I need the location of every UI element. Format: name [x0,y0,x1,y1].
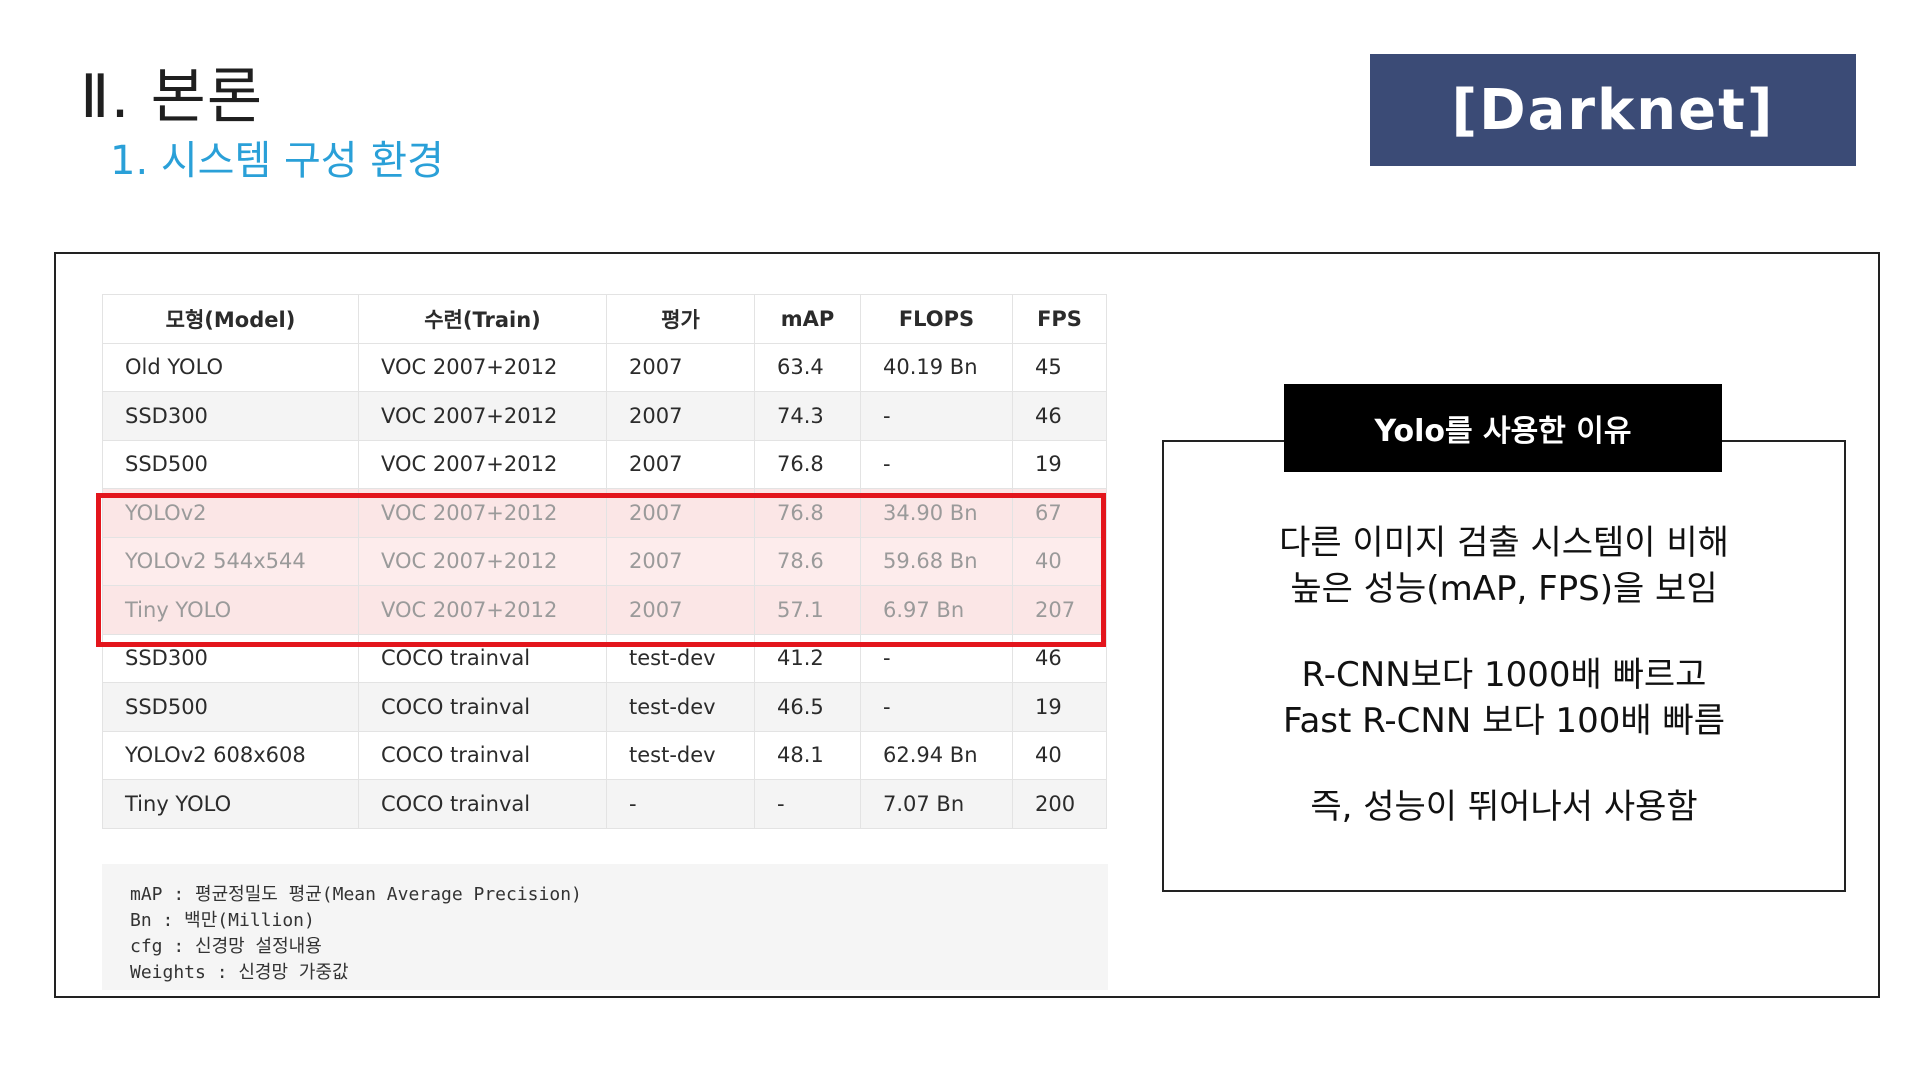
table-row: YOLOv2 608x608 COCO trainval test-dev 48.1 6… [102,730,1107,780]
cell-train: COCO trainval [358,682,607,732]
cell-model: Old YOLO [102,342,359,392]
cell-train: VOC 2007+2012 [358,439,607,489]
cell-eval: test-dev [606,682,755,732]
cell-model: SSD500 [102,682,359,732]
highlight-box [96,493,1106,647]
table-header-row: 모형(Model) 수련(Train) 평가 mAP FLOPS FPS [102,294,1107,344]
table-row: SSD300 VOC 2007+2012 2007 74.3-46 [102,391,1107,441]
cell-map: 63.4 [754,342,861,392]
column-header-map: mAP [754,294,861,344]
cell-map: 76.8 [754,439,861,489]
note-line: Weights : 신경망 가중값 [130,962,349,983]
cell-eval: 2007 [606,342,755,392]
cell-train: COCO trainval [358,779,607,829]
cell-fps: 45 [1012,342,1107,392]
cell-flops: - [860,391,1013,441]
cell-fps: 200 [1012,779,1107,829]
cell-map: 48.1 [754,730,861,780]
cell-eval: 2007 [606,439,755,489]
reason-line: 즉, 성능이 뛰어나서 사용함 [1310,787,1698,827]
column-header-eval: 평가 [606,294,755,344]
note-line: cfg : 신경망 설정내용 [130,936,322,957]
cell-map: 74.3 [754,391,861,441]
reason-line: 다른 이미지 검출 시스템이 비해 [1279,523,1729,563]
cell-train: COCO trainval [358,730,607,780]
table-row: Tiny YOLO COCO trainval - -7.07 Bn 200 [102,779,1107,829]
reason-body: 다른 이미지 검출 시스템이 비해 높은 성능(mAP, FPS)을 보임 R-… [1162,520,1846,830]
cell-train: VOC 2007+2012 [358,342,607,392]
column-header-model: 모형(Model) [102,294,359,344]
cell-model: SSD500 [102,439,359,489]
column-header-flops: FLOPS [860,294,1013,344]
cell-eval: test-dev [606,730,755,780]
subsection-title: 1. 시스템 구성 환경 [110,138,444,184]
reason-line: R-CNN보다 1000배 빠르고 [1301,655,1707,695]
cell-flops: - [860,682,1013,732]
reason-line: Fast R-CNN 보다 100배 빠름 [1283,701,1725,741]
cell-model: SSD300 [102,391,359,441]
reason-title: Yolo를 사용한 이유 [1284,384,1722,472]
cell-flops: 7.07 Bn [860,779,1013,829]
cell-fps: 19 [1012,439,1107,489]
table-row: Old YOLO VOC 2007+2012 2007 63.4 40.19 Bn 45 [102,342,1107,392]
darknet-badge: [Darknet] [1370,54,1856,166]
cell-train: VOC 2007+2012 [358,391,607,441]
cell-eval: 2007 [606,391,755,441]
reason-line: 높은 성능(mAP, FPS)을 보임 [1290,569,1718,609]
cell-model: Tiny YOLO [102,779,359,829]
table-row: SSD500 VOC 2007+2012 2007 76.8-19 [102,439,1107,489]
cell-fps: 19 [1012,682,1107,732]
table-row: SSD500 COCO trainval test-dev 46.5-19 [102,682,1107,732]
note-line: mAP : 평균정밀도 평균(Mean Average Precision) [130,884,582,905]
cell-flops: - [860,439,1013,489]
notes-block: mAP : 평균정밀도 평균(Mean Average Precision) B… [102,864,1108,990]
cell-eval: - [606,779,755,829]
note-line: Bn : 백만(Million) [130,910,315,931]
cell-model: YOLOv2 608x608 [102,730,359,780]
section-title: Ⅱ. 본론 [80,62,264,132]
cell-map: - [754,779,861,829]
cell-fps: 46 [1012,391,1107,441]
cell-fps: 40 [1012,730,1107,780]
cell-flops: 40.19 Bn [860,342,1013,392]
cell-flops: 62.94 Bn [860,730,1013,780]
column-header-train: 수련(Train) [358,294,607,344]
column-header-fps: FPS [1012,294,1107,344]
cell-map: 46.5 [754,682,861,732]
